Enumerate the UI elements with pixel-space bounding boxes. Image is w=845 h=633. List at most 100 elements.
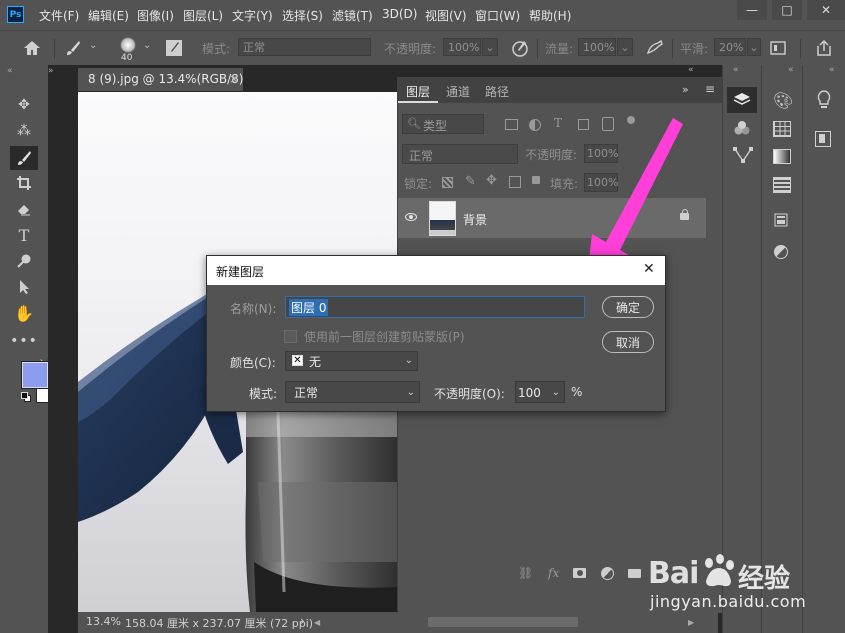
menu-image[interactable]: 图像(I) — [137, 7, 174, 24]
brush-size-chevron-down-icon[interactable]: ⌄ — [143, 40, 151, 51]
path-selection-tool-icon[interactable] — [13, 276, 35, 298]
tab-channels[interactable]: 通道 — [446, 81, 470, 103]
status-menu-arrow-icon[interactable]: › — [300, 614, 305, 628]
learn-lightbulb-icon[interactable] — [816, 90, 832, 113]
blend-mode-dialog-value: 正常 — [294, 386, 319, 400]
gradients-icon[interactable] — [773, 149, 791, 164]
menu-filter[interactable]: 滤镜(T) — [332, 7, 373, 24]
brush-panel-icon[interactable] — [163, 37, 185, 59]
layers-dock-icon[interactable] — [727, 87, 757, 113]
swatches-icon[interactable] — [773, 121, 791, 137]
tab-paths[interactable]: 路径 — [485, 81, 509, 103]
layer-name-input[interactable]: 图层 0 — [285, 296, 585, 318]
more-tools-icon[interactable]: ••• — [10, 330, 37, 352]
crop-tool-icon[interactable] — [13, 172, 35, 194]
horizontal-scrollbar[interactable] — [428, 617, 578, 627]
scroll-left-icon[interactable]: ◀ — [314, 618, 320, 627]
brush-icon[interactable] — [62, 37, 84, 59]
menu-layer[interactable]: 图层(L) — [183, 7, 223, 24]
dock1-collapse-icon[interactable]: « — [733, 65, 739, 75]
visibility-eye-icon[interactable] — [405, 213, 417, 221]
move-tool-icon[interactable]: ✥ — [13, 94, 35, 116]
add-mask-icon[interactable] — [573, 568, 586, 578]
panel-expand-icon[interactable]: » — [682, 83, 689, 96]
collapse-left-icon[interactable]: » — [48, 66, 54, 76]
menu-help[interactable]: 帮助(H) — [529, 7, 571, 24]
opacity-input[interactable]: 100% — [443, 38, 481, 56]
dialog-title: 新建图层 — [216, 265, 265, 279]
zoom-level[interactable]: 13.4% — [86, 615, 121, 628]
close-tab-icon[interactable]: × — [229, 72, 239, 86]
new-group-folder-icon[interactable] — [628, 569, 641, 578]
libraries-icon[interactable] — [815, 131, 831, 147]
ok-button[interactable]: 确定 — [602, 296, 654, 318]
link-layers-icon[interactable]: ⛓ — [518, 566, 533, 580]
lock-transparency-icon[interactable] — [442, 177, 453, 188]
default-colors-icon[interactable] — [21, 392, 31, 402]
channels-dock-icon[interactable] — [733, 120, 751, 139]
blend-mode-dialog-select[interactable]: 正常 ⌄ — [285, 381, 420, 403]
adjustments-icon[interactable] — [774, 245, 788, 259]
opacity-chevron-down-icon[interactable]: ⌄ — [552, 384, 560, 402]
dialog-titlebar[interactable]: 新建图层 ✕ — [207, 256, 665, 285]
minimize-button[interactable]: — — [737, 0, 767, 20]
menu-view[interactable]: 视图(V) — [425, 7, 467, 24]
lock-pixels-icon[interactable]: ✎ — [465, 174, 476, 189]
layer-filter-select[interactable]: 🔍︎ 类型 — [402, 114, 484, 134]
clipping-mask-checkbox[interactable] — [284, 330, 297, 343]
opacity-dialog-input[interactable]: 100 ⌄ — [515, 381, 565, 403]
filter-adjustment-icon[interactable] — [529, 119, 541, 131]
patterns-icon[interactable] — [773, 177, 791, 193]
lock-artboard-icon[interactable] — [509, 176, 521, 188]
blend-mode-select[interactable]: 正常 — [402, 144, 518, 164]
dock2-collapse-icon[interactable]: « — [788, 65, 794, 75]
brush-tip-preview[interactable] — [120, 37, 136, 53]
dialog-close-icon[interactable]: ✕ — [643, 261, 655, 277]
fx-icon[interactable]: fx — [548, 566, 559, 580]
tab-layers[interactable]: 图层 — [406, 81, 430, 103]
brush-preset-chevron-down-icon[interactable]: ⌄ — [89, 40, 97, 51]
menu-edit[interactable]: 编辑(E) — [88, 7, 129, 24]
menu-type[interactable]: 文字(Y) — [232, 7, 273, 24]
flow-dropdown[interactable]: ⌄ — [617, 38, 633, 56]
brush-tool-icon[interactable] — [10, 146, 38, 170]
cancel-button[interactable]: 取消 — [602, 331, 654, 353]
properties-icon[interactable] — [774, 213, 788, 227]
close-window-button[interactable]: ✕ — [807, 0, 845, 20]
menu-window[interactable]: 窗口(W) — [475, 7, 520, 24]
adjustment-layer-icon[interactable] — [601, 567, 614, 580]
color-select[interactable]: ✕ 无 ⌄ — [285, 351, 418, 371]
lock-position-icon[interactable]: ✥ — [486, 173, 497, 188]
airbrush-icon[interactable] — [644, 37, 666, 59]
menu-select[interactable]: 选择(S) — [282, 7, 323, 24]
share-icon[interactable] — [812, 37, 836, 59]
smoothing-options-icon[interactable] — [768, 39, 788, 57]
smoothing-input[interactable]: 20% — [714, 38, 746, 56]
opacity-dropdown[interactable]: ⌄ — [482, 38, 498, 56]
flow-input[interactable]: 100% — [578, 38, 616, 56]
foreground-color-swatch[interactable] — [21, 361, 49, 389]
layer-name[interactable]: 背景 — [463, 211, 487, 228]
panel-menu-icon[interactable]: ≡ — [705, 82, 715, 96]
menu-file[interactable]: 文件(F) — [39, 7, 79, 24]
paths-dock-icon[interactable] — [733, 146, 753, 167]
home-icon[interactable] — [18, 37, 46, 59]
document-tab[interactable]: 8 (9).jpg @ 13.4%(RGB/8) × — [78, 68, 244, 91]
collapse-tools-icon[interactable]: « — [7, 66, 13, 76]
collapse-panel-icon[interactable]: « — [688, 65, 694, 75]
color-palette-icon[interactable]: 🎨︎ — [773, 91, 793, 110]
magic-wand-tool-icon[interactable]: ⁂ — [13, 120, 35, 142]
maximize-button[interactable]: □ — [772, 0, 802, 20]
smoothing-dropdown[interactable]: ⌄ — [747, 38, 761, 56]
hand-tool-icon[interactable]: ✋ — [13, 302, 35, 324]
lock-all-icon[interactable] — [532, 176, 540, 184]
filter-type-icon[interactable]: T — [554, 116, 562, 130]
mode-select[interactable]: 正常 — [238, 38, 371, 56]
type-tool-icon[interactable]: T — [13, 224, 35, 246]
filter-pixel-icon[interactable] — [504, 117, 518, 131]
dock3-collapse-icon[interactable]: « — [829, 65, 835, 75]
menu-3d[interactable]: 3D(D) — [382, 7, 417, 21]
dodge-tool-icon[interactable] — [13, 250, 35, 272]
eraser-tool-icon[interactable] — [13, 198, 35, 220]
pressure-opacity-icon[interactable] — [509, 37, 531, 59]
